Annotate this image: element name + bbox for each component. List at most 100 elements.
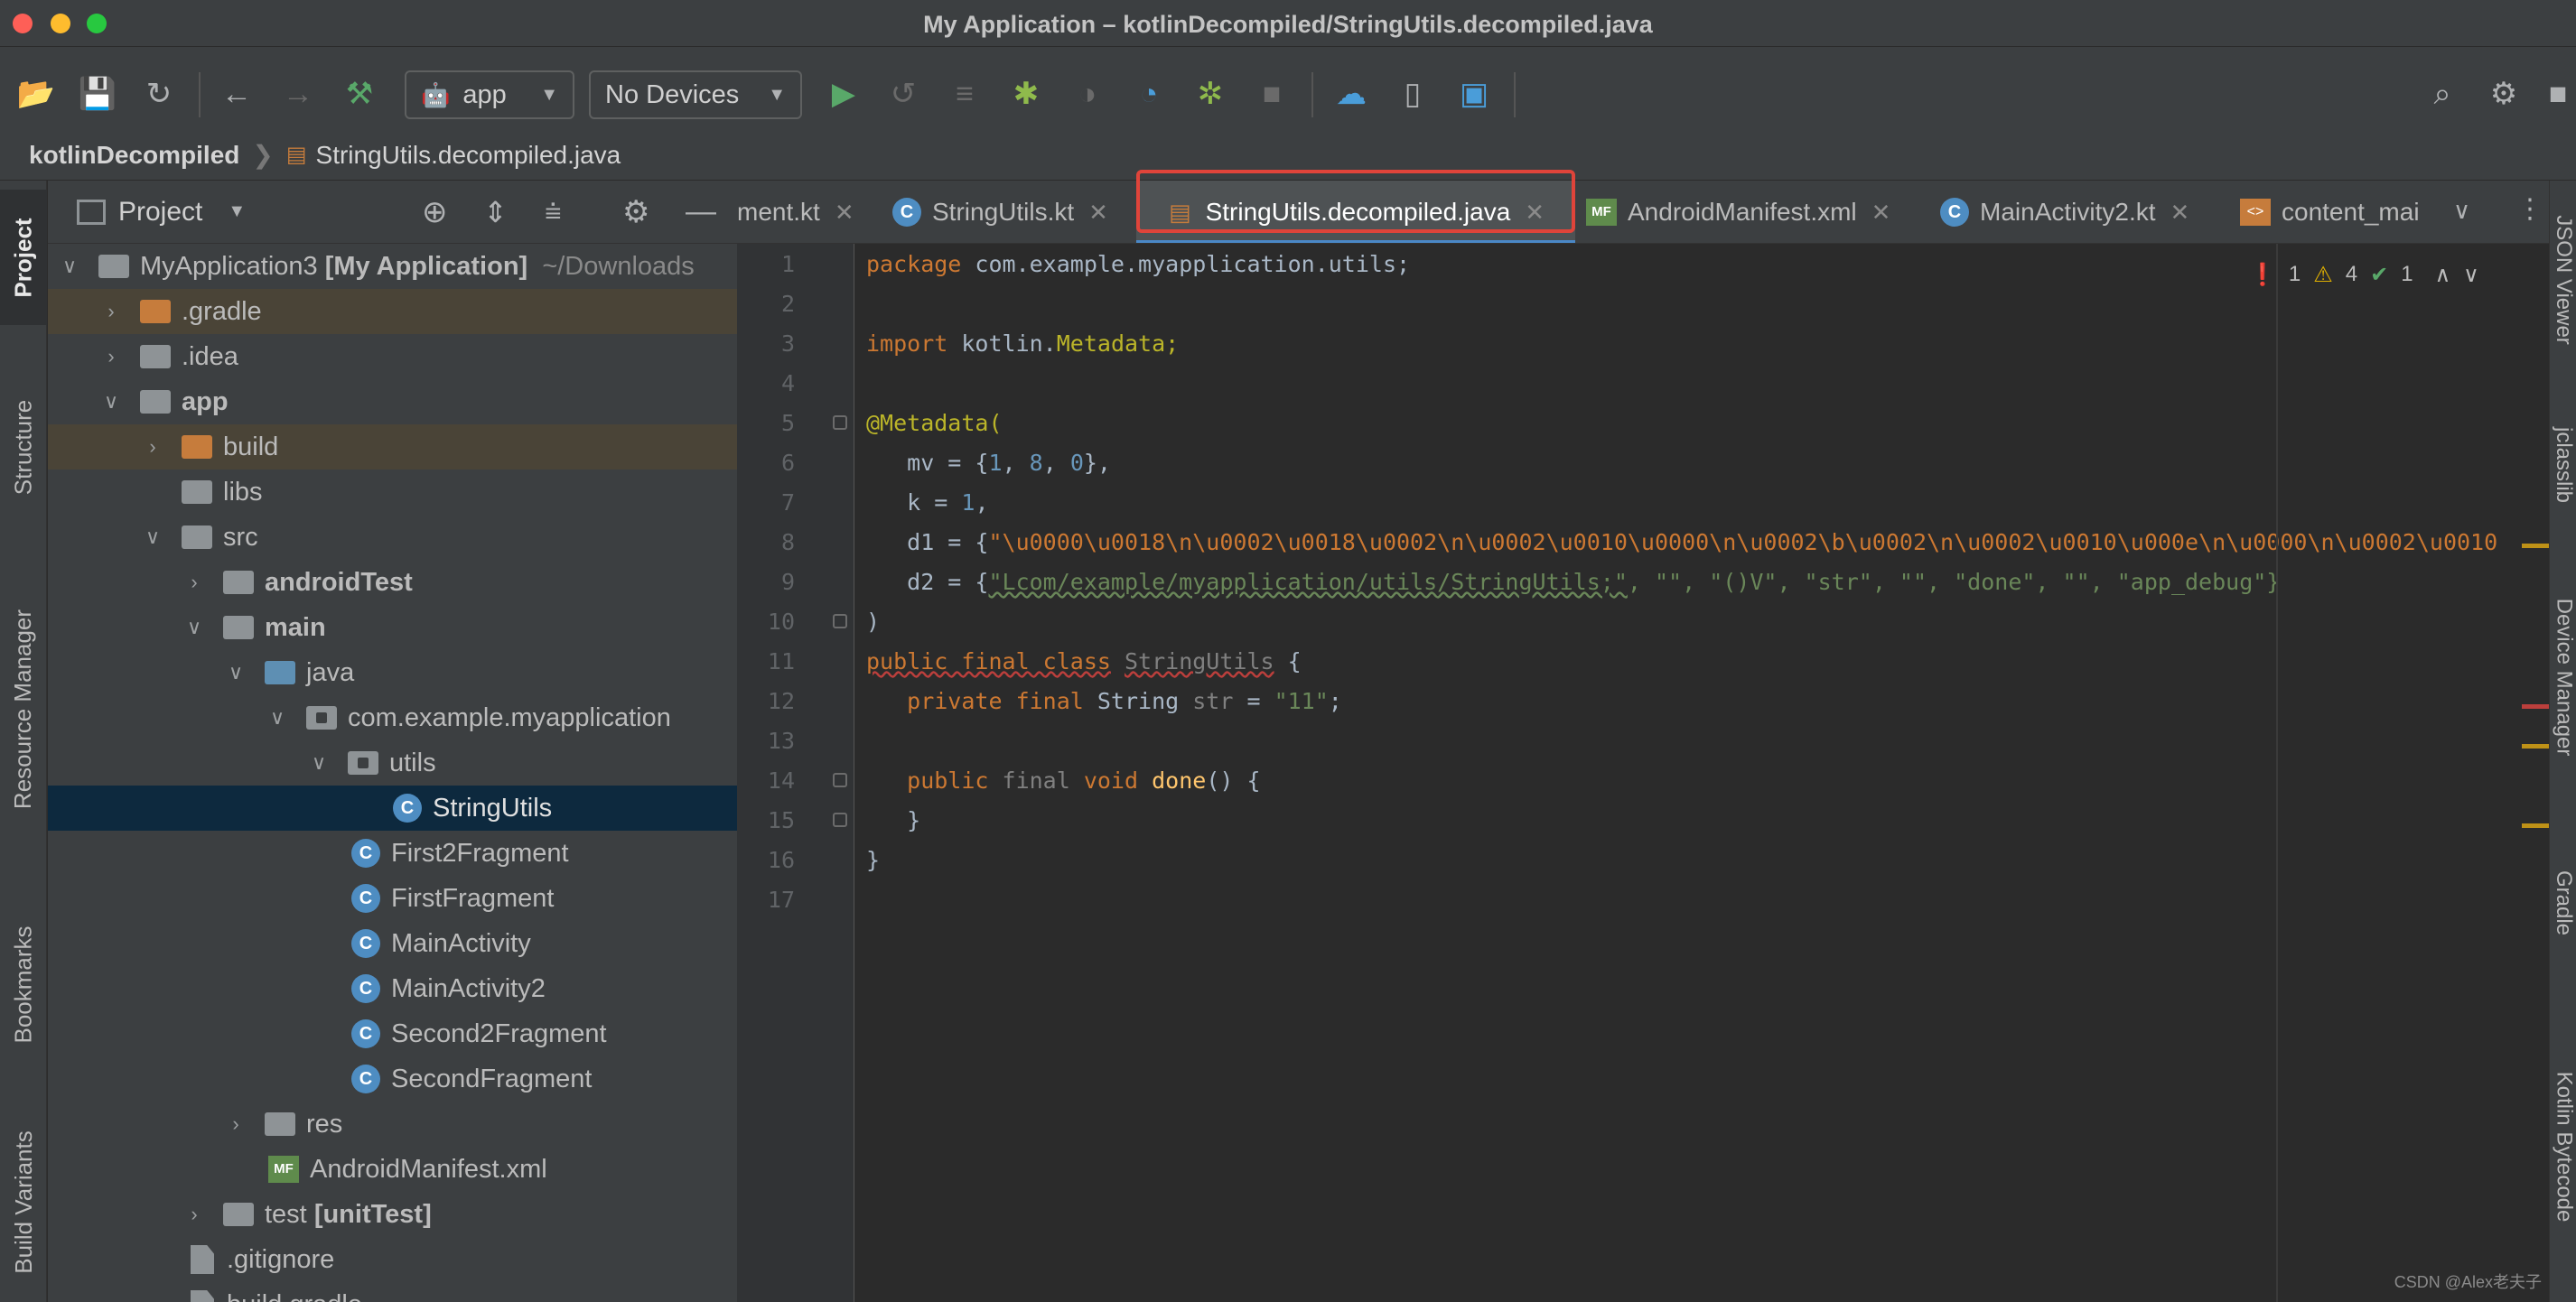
tab-list-chevron-icon[interactable]: ∨ [2453, 197, 2470, 225]
forward-icon[interactable]: → [278, 74, 318, 114]
chevron-right-icon[interactable]: › [223, 1112, 248, 1136]
sdk-manager-icon[interactable]: ☁ [1331, 74, 1371, 114]
tab-mainactivity2-kt[interactable]: C MainActivity2.kt ✕ [1940, 181, 2190, 243]
chevron-right-icon[interactable]: › [182, 571, 207, 594]
debug-icon[interactable]: ✱ [1006, 74, 1046, 114]
stop-icon[interactable]: ■ [1252, 74, 1292, 114]
sync-icon[interactable]: ↻ [139, 74, 179, 114]
tree-item-first2fragment[interactable]: C First2Fragment [48, 831, 737, 876]
tree-item-gradle[interactable]: › .gradle [48, 289, 737, 334]
warning-marker[interactable] [2522, 544, 2549, 548]
build-hammer-icon[interactable]: ⚒ [340, 74, 379, 114]
tree-item-androidtest[interactable]: › androidTest [48, 560, 737, 605]
profile-icon[interactable]: ◑ [1068, 74, 1107, 114]
tree-item-mainactivity[interactable]: C MainActivity [48, 921, 737, 966]
fold-marker-icon[interactable] [833, 773, 847, 787]
chevron-right-icon[interactable]: › [98, 300, 124, 323]
tree-item-app[interactable]: ∨ app [48, 379, 737, 424]
profiler-gauge-icon[interactable]: ◔ [1129, 74, 1169, 114]
code-editor[interactable]: package com.example.myapplication.utils;… [855, 244, 2549, 1302]
save-icon[interactable]: 💾 [78, 74, 117, 114]
device-select[interactable]: No Devices ▼ [589, 70, 802, 119]
expand-all-icon[interactable]: ⇕ [483, 195, 508, 229]
chevron-down-icon[interactable]: ∨ [140, 525, 165, 549]
tree-item-secondfragment[interactable]: C SecondFragment [48, 1056, 737, 1102]
tool-tab-gradle[interactable]: Gradle [2550, 831, 2576, 975]
tool-tab-device-manager[interactable]: Device Manager [2550, 560, 2576, 795]
attach-debugger-icon[interactable]: ✲ [1190, 74, 1230, 114]
gear-icon[interactable]: ⚙ [2484, 74, 2524, 114]
chevron-down-icon[interactable]: ∨ [265, 706, 290, 730]
layout-inspector-icon[interactable]: ▣ [1454, 74, 1494, 114]
collapse-all-icon[interactable]: ⩧ [545, 195, 562, 229]
chevron-down-icon[interactable]: ∨ [182, 616, 207, 639]
more-tabs-icon[interactable]: ⋮ [2516, 193, 2543, 225]
close-icon[interactable]: ✕ [1871, 199, 1891, 227]
inspection-widget[interactable]: ❗ 1 ⚠ 4 ✔ 1 ∧ ∨ [2249, 255, 2479, 294]
gear-icon[interactable]: ⚙ [622, 194, 649, 230]
tree-item-package[interactable]: ∨ com.example.myapplication [48, 695, 737, 740]
breadcrumb-root[interactable]: kotlinDecompiled [29, 141, 239, 170]
tool-tab-resource-manager[interactable]: Resource Manager [0, 560, 47, 858]
tree-item-gitignore[interactable]: .gitignore [48, 1237, 737, 1282]
hide-panel-icon[interactable]: — [686, 194, 716, 229]
tool-tab-json-viewer[interactable]: JSON Viewer [2550, 190, 2576, 370]
tab-content-main[interactable]: <> content_mai [2240, 181, 2420, 243]
run-icon[interactable]: ▶ [824, 74, 863, 114]
tree-item-mainactivity2[interactable]: C MainActivity2 [48, 966, 737, 1011]
tool-tab-build-variants[interactable]: Build Variants [0, 1102, 47, 1302]
tree-item-build[interactable]: › build [48, 424, 737, 470]
next-highlight-icon[interactable]: ∨ [2463, 262, 2479, 288]
chevron-down-icon[interactable]: ∨ [98, 390, 124, 414]
tool-tab-kotlin-bytecode[interactable]: Kotlin Bytecode [2550, 993, 2576, 1300]
tab-fragment-kt[interactable]: ment.kt ✕ [737, 181, 854, 243]
warning-marker[interactable] [2522, 823, 2549, 828]
close-icon[interactable]: ✕ [835, 199, 854, 227]
tool-tab-jclasslib[interactable]: jclasslib [2550, 388, 2576, 542]
tree-item-myapplication3[interactable]: ∨ MyApplication3 [My Application] ~/Down… [48, 244, 737, 289]
tree-item-firstfragment[interactable]: C FirstFragment [48, 876, 737, 921]
tree-item-second2fragment[interactable]: C Second2Fragment [48, 1011, 737, 1056]
tree-item-build-gradle[interactable]: build.gradle [48, 1282, 737, 1302]
open-folder-icon[interactable]: 📂 [16, 74, 56, 114]
tree-item-stringutils[interactable]: C StringUtils [48, 786, 737, 831]
apply-code-changes-icon[interactable]: ≡ [945, 74, 985, 114]
tree-item-main[interactable]: ∨ main [48, 605, 737, 650]
avatar[interactable]: ■ [2540, 74, 2576, 114]
chevron-right-icon[interactable]: › [98, 345, 124, 368]
close-icon[interactable]: ✕ [2170, 199, 2190, 227]
previous-highlight-icon[interactable]: ∧ [2435, 262, 2451, 288]
tree-item-res[interactable]: › res [48, 1102, 737, 1147]
tree-item-androidmanifest[interactable]: MF AndroidManifest.xml [48, 1147, 737, 1192]
locate-icon[interactable]: ⊕ [422, 194, 448, 230]
tree-item-utils[interactable]: ∨ utils [48, 740, 737, 786]
fold-marker-icon[interactable] [833, 614, 847, 628]
tool-tab-project[interactable]: Project [0, 190, 47, 325]
error-marker[interactable] [2522, 704, 2549, 709]
chevron-right-icon[interactable]: › [182, 1203, 207, 1226]
warning-marker[interactable] [2522, 744, 2549, 749]
search-icon[interactable]: ⌕ [2422, 74, 2462, 114]
chevron-down-icon[interactable]: ∨ [57, 255, 82, 278]
tree-item-java[interactable]: ∨ java [48, 650, 737, 695]
close-icon[interactable]: ✕ [1088, 199, 1108, 227]
fold-marker-icon[interactable] [833, 813, 847, 827]
back-icon[interactable]: ← [217, 74, 257, 114]
chevron-down-icon[interactable]: ∨ [306, 751, 331, 775]
tree-item-libs[interactable]: libs [48, 470, 737, 515]
tree-item-idea[interactable]: › .idea [48, 334, 737, 379]
run-config-select[interactable]: 🤖 app ▼ [405, 70, 574, 119]
chevron-right-icon[interactable]: › [140, 435, 165, 459]
tree-item-test[interactable]: › test [unitTest] [48, 1192, 737, 1237]
tool-tab-bookmarks[interactable]: Bookmarks [0, 885, 47, 1083]
chevron-down-icon[interactable]: ∨ [223, 661, 248, 684]
apply-changes-icon[interactable]: ↺ [883, 74, 923, 114]
tool-tab-structure[interactable]: Structure [0, 361, 47, 533]
tab-androidmanifest-xml[interactable]: MF AndroidManifest.xml ✕ [1586, 181, 1891, 243]
project-view-label[interactable]: Project [118, 197, 202, 228]
fold-marker-icon[interactable] [833, 415, 847, 430]
device-manager-icon[interactable]: ▯ [1393, 74, 1433, 114]
tab-stringutils-kt[interactable]: C StringUtils.kt ✕ [892, 181, 1108, 243]
tree-item-src[interactable]: ∨ src [48, 515, 737, 560]
breadcrumb-file[interactable]: StringUtils.decompiled.java [316, 141, 621, 170]
